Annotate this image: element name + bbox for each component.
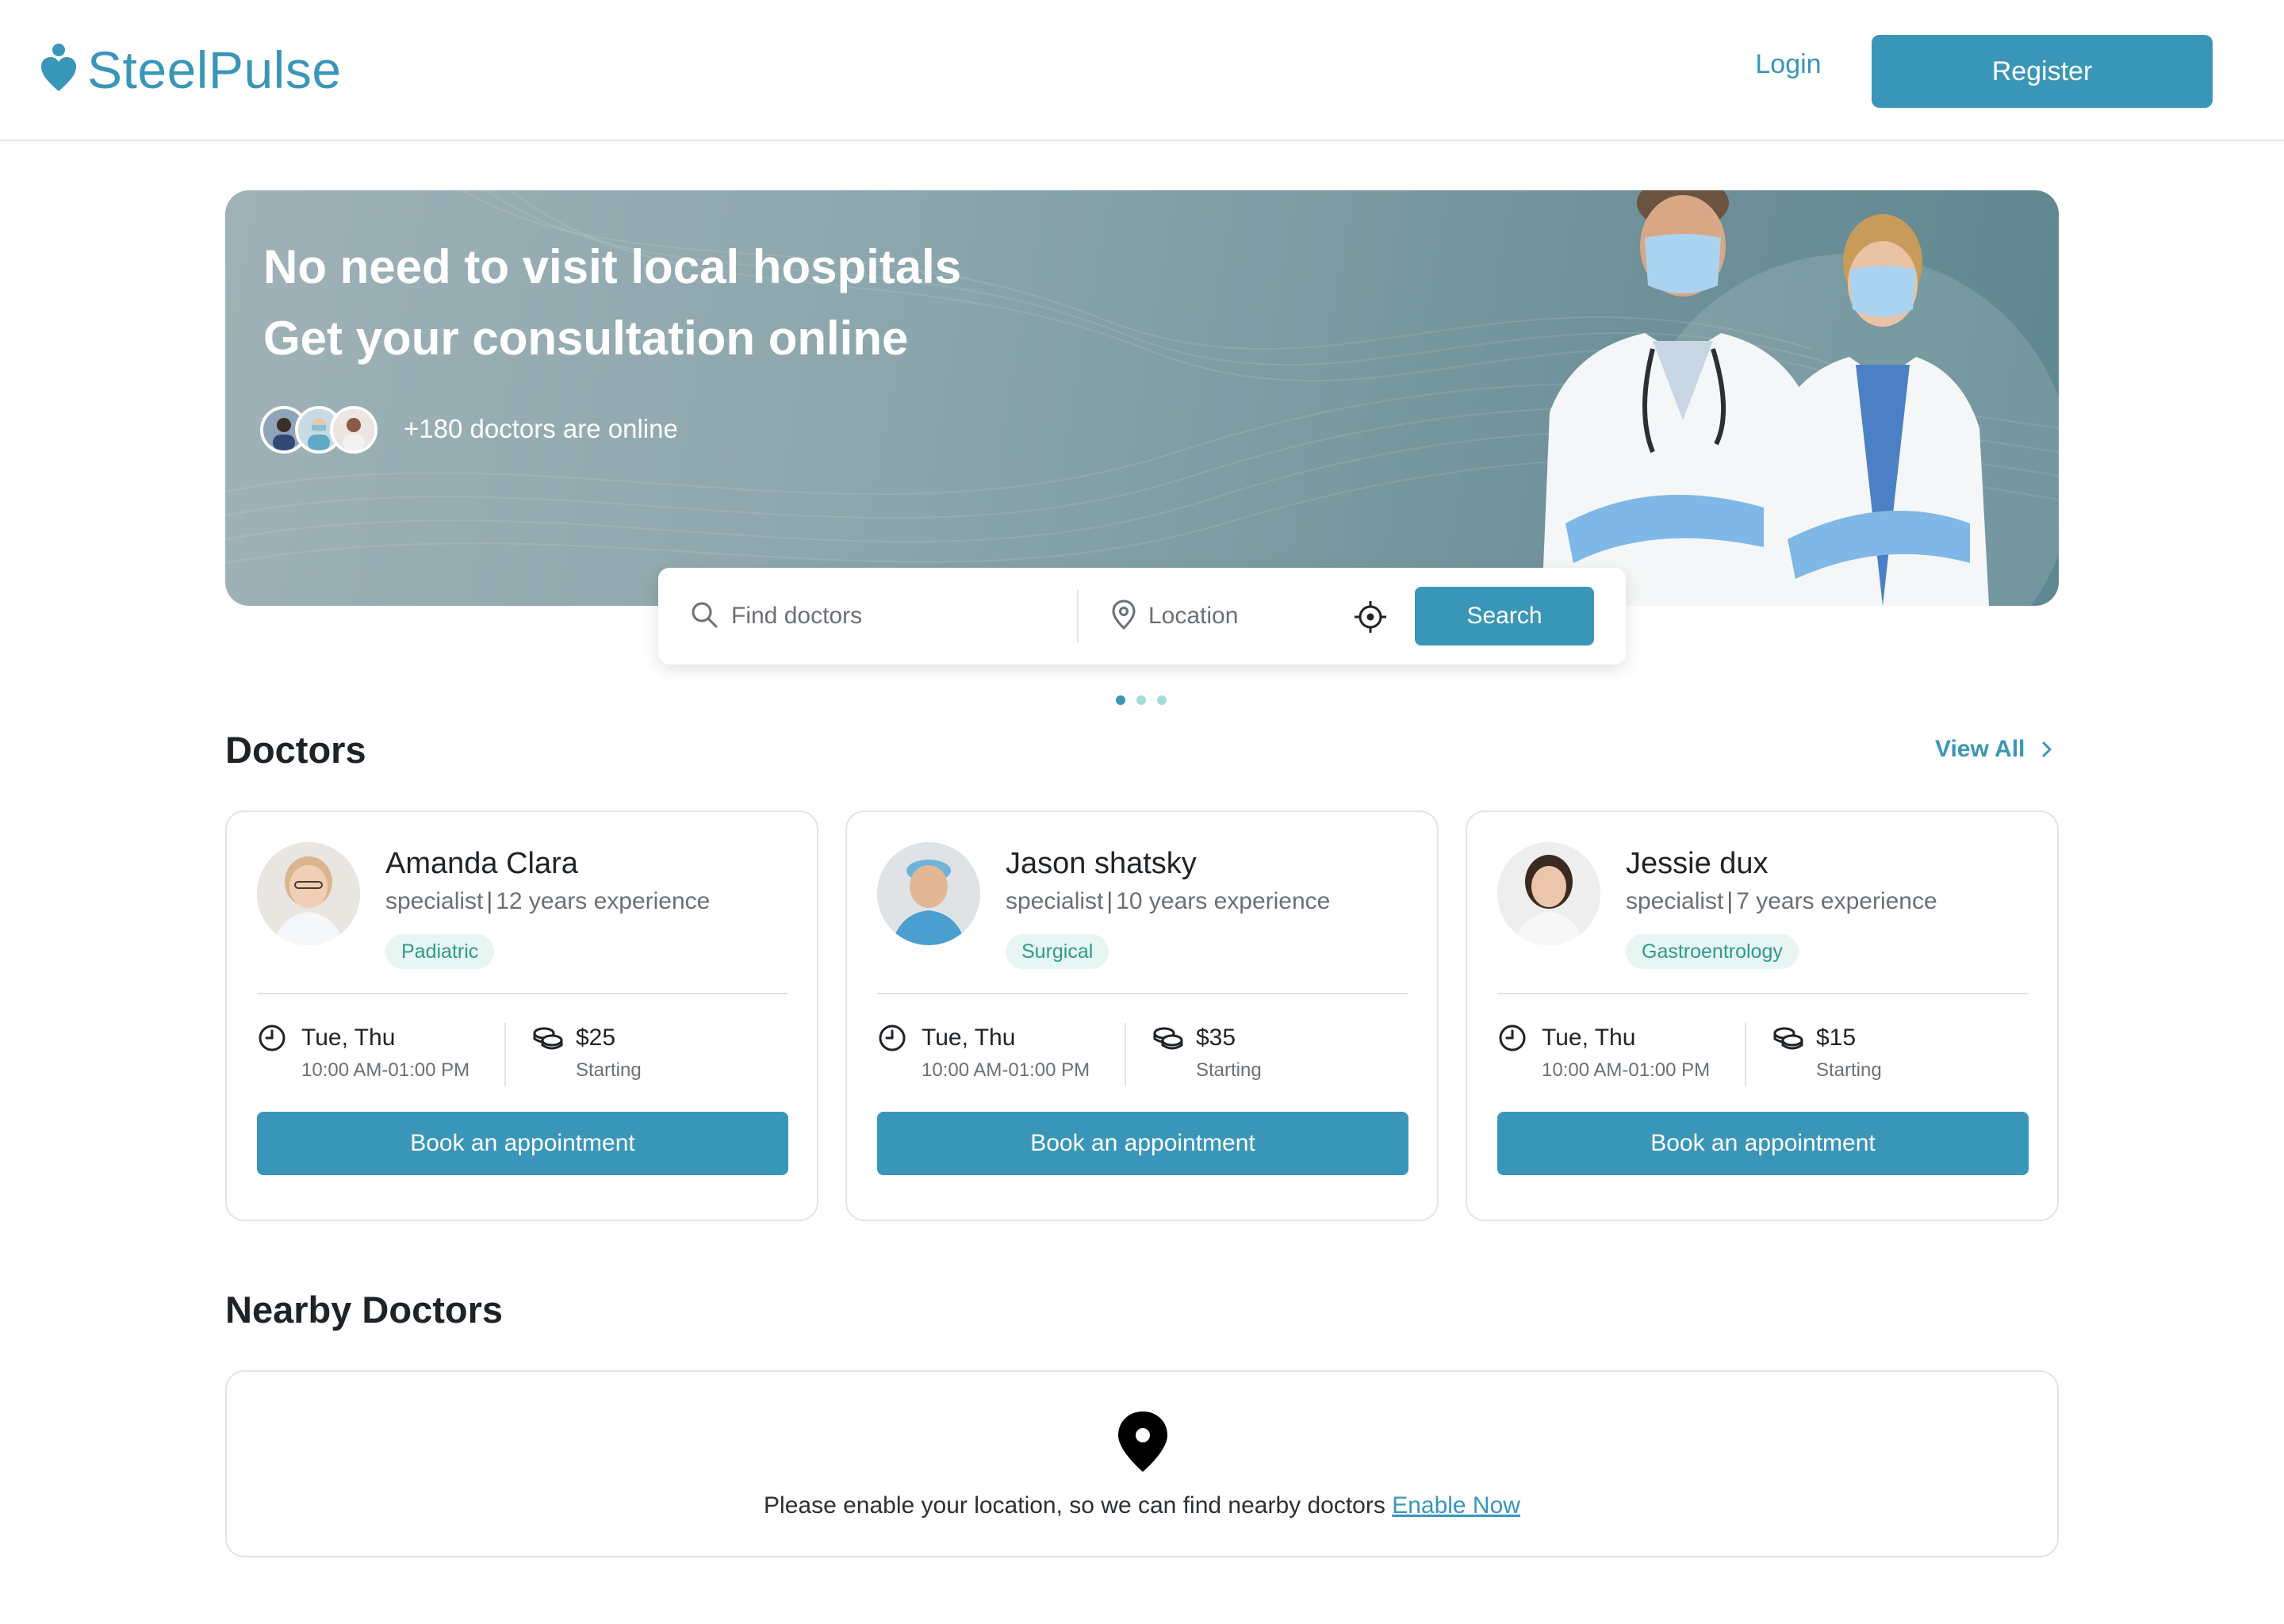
doctor-avatar: [877, 842, 980, 945]
card-vertical-divider: [1125, 1023, 1126, 1086]
doctor-search-bar: Search: [658, 568, 1626, 665]
chevron-right-icon: [2042, 741, 2052, 757]
view-all-label: View All: [1935, 736, 2025, 762]
hero-banner: No need to visit local hospitals Get you…: [225, 190, 2059, 606]
clock-icon: [1497, 1023, 1527, 1057]
target-icon: [1355, 601, 1386, 633]
schedule-time: 10:00 AM-01:00 PM: [1542, 1059, 1711, 1081]
consultation-price: $25: [576, 1025, 616, 1051]
view-all-link[interactable]: View All: [1935, 736, 2053, 763]
clock-icon: [257, 1023, 287, 1057]
doctor-card: Jessie dux specialist | 7 years experience…: [1466, 810, 2059, 1221]
schedule-time: 10:00 AM-01:00 PM: [301, 1059, 470, 1081]
card-divider: [1497, 993, 2029, 994]
login-link[interactable]: Login: [1729, 49, 1848, 80]
schedule-time: 10:00 AM-01:00 PM: [922, 1059, 1090, 1081]
doctor-experience: 10 years experience: [1116, 888, 1331, 914]
brand-logo[interactable]: SteelPulse: [41, 40, 342, 100]
consultation-price: $15: [1816, 1025, 1857, 1051]
doctor-experience: 12 years experience: [496, 888, 711, 914]
location-prompt-message: Please enable your location, so we can f…: [764, 1492, 1385, 1519]
find-doctors-field[interactable]: [690, 590, 1071, 642]
consultation-price: $35: [1196, 1025, 1236, 1051]
online-doctor-avatars: [260, 406, 377, 454]
hero-title-line1: No need to visit local hospitals: [263, 240, 962, 293]
doctor-experience: 7 years experience: [1736, 888, 1937, 914]
coins-icon: [1152, 1025, 1185, 1055]
doctor-name[interactable]: Jessie dux: [1626, 847, 1769, 881]
card-vertical-divider: [504, 1023, 506, 1086]
schedule-days: Tue, Thu: [301, 1025, 396, 1051]
doctor-role: specialist: [385, 888, 484, 914]
search-button[interactable]: Search: [1415, 587, 1594, 645]
nearby-section-title: Nearby Doctors: [225, 1289, 503, 1331]
price-caption: Starting: [1196, 1059, 1262, 1081]
use-current-location-button[interactable]: [1353, 599, 1388, 634]
search-divider: [1077, 590, 1079, 642]
schedule-days: Tue, Thu: [922, 1025, 1016, 1051]
hero-headline: No need to visit local hospitals Get you…: [263, 232, 961, 374]
coins-icon: [531, 1025, 565, 1055]
book-appointment-button[interactable]: Book an appointment: [1497, 1112, 2029, 1175]
page: SteelPulse Login Register No need to vis…: [0, 0, 2284, 1624]
nearby-doctors-panel: Please enable your location, so we can f…: [225, 1370, 2059, 1557]
card-divider: [877, 993, 1408, 994]
doctor-name[interactable]: Amanda Clara: [385, 847, 578, 881]
specialty-tag: Padiatric: [385, 934, 495, 969]
location-pin-icon: [1112, 599, 1136, 634]
top-header: SteelPulse Login Register: [0, 0, 2284, 141]
heart-logo-icon: [41, 43, 76, 97]
meta-separator: |: [1106, 888, 1113, 914]
meta-separator: |: [486, 888, 493, 914]
doctor-meta: specialist | 12 years experience: [385, 888, 710, 915]
card-divider: [257, 993, 788, 994]
doctor-name[interactable]: Jason shatsky: [1006, 847, 1197, 881]
register-button[interactable]: Register: [1872, 35, 2213, 108]
carousel-dot-2[interactable]: [1136, 695, 1146, 705]
carousel-indicators: [1116, 695, 1167, 705]
coins-icon: [1772, 1025, 1805, 1055]
meta-separator: |: [1726, 888, 1734, 914]
price-caption: Starting: [1816, 1059, 1882, 1081]
brand-name: SteelPulse: [87, 40, 342, 99]
doctor-meta: specialist | 7 years experience: [1626, 888, 1937, 915]
carousel-dot-3[interactable]: [1157, 695, 1167, 705]
doctor-avatar: [1497, 842, 1600, 945]
clock-icon: [877, 1023, 907, 1057]
schedule-days: Tue, Thu: [1542, 1025, 1636, 1051]
doctor-avatar: [257, 842, 360, 945]
specialty-tag: Gastroentrology: [1626, 934, 1799, 969]
enable-location-link[interactable]: Enable Now: [1392, 1492, 1520, 1519]
card-vertical-divider: [1745, 1023, 1746, 1086]
doctors-online-count: +180 doctors are online: [404, 414, 678, 443]
avatar: [330, 406, 377, 454]
doctor-role: specialist: [1006, 888, 1104, 914]
price-caption: Starting: [576, 1059, 642, 1081]
doctor-role: specialist: [1626, 888, 1724, 914]
location-field[interactable]: [1112, 590, 1326, 642]
carousel-dot-1[interactable]: [1116, 695, 1125, 705]
book-appointment-button[interactable]: Book an appointment: [877, 1112, 1408, 1175]
hero-doctors-illustration: [1542, 190, 1989, 606]
find-doctors-input[interactable]: [730, 602, 1034, 630]
doctor-card: Amanda Clara specialist | 12 years experie…: [225, 810, 818, 1221]
book-appointment-button[interactable]: Book an appointment: [257, 1112, 788, 1175]
specialty-tag: Surgical: [1006, 934, 1109, 969]
location-prompt: Please enable your location, so we can f…: [227, 1492, 2057, 1519]
doctor-card: Jason shatsky specialist | 10 years experi…: [845, 810, 1439, 1221]
location-input[interactable]: [1147, 602, 1324, 630]
map-pin-icon: [1115, 1410, 1171, 1477]
search-icon: [690, 600, 719, 633]
doctors-section-title: Doctors: [225, 729, 366, 771]
doctor-meta: specialist | 10 years experience: [1006, 888, 1330, 915]
hero-title-line2: Get your consultation online: [263, 312, 909, 365]
